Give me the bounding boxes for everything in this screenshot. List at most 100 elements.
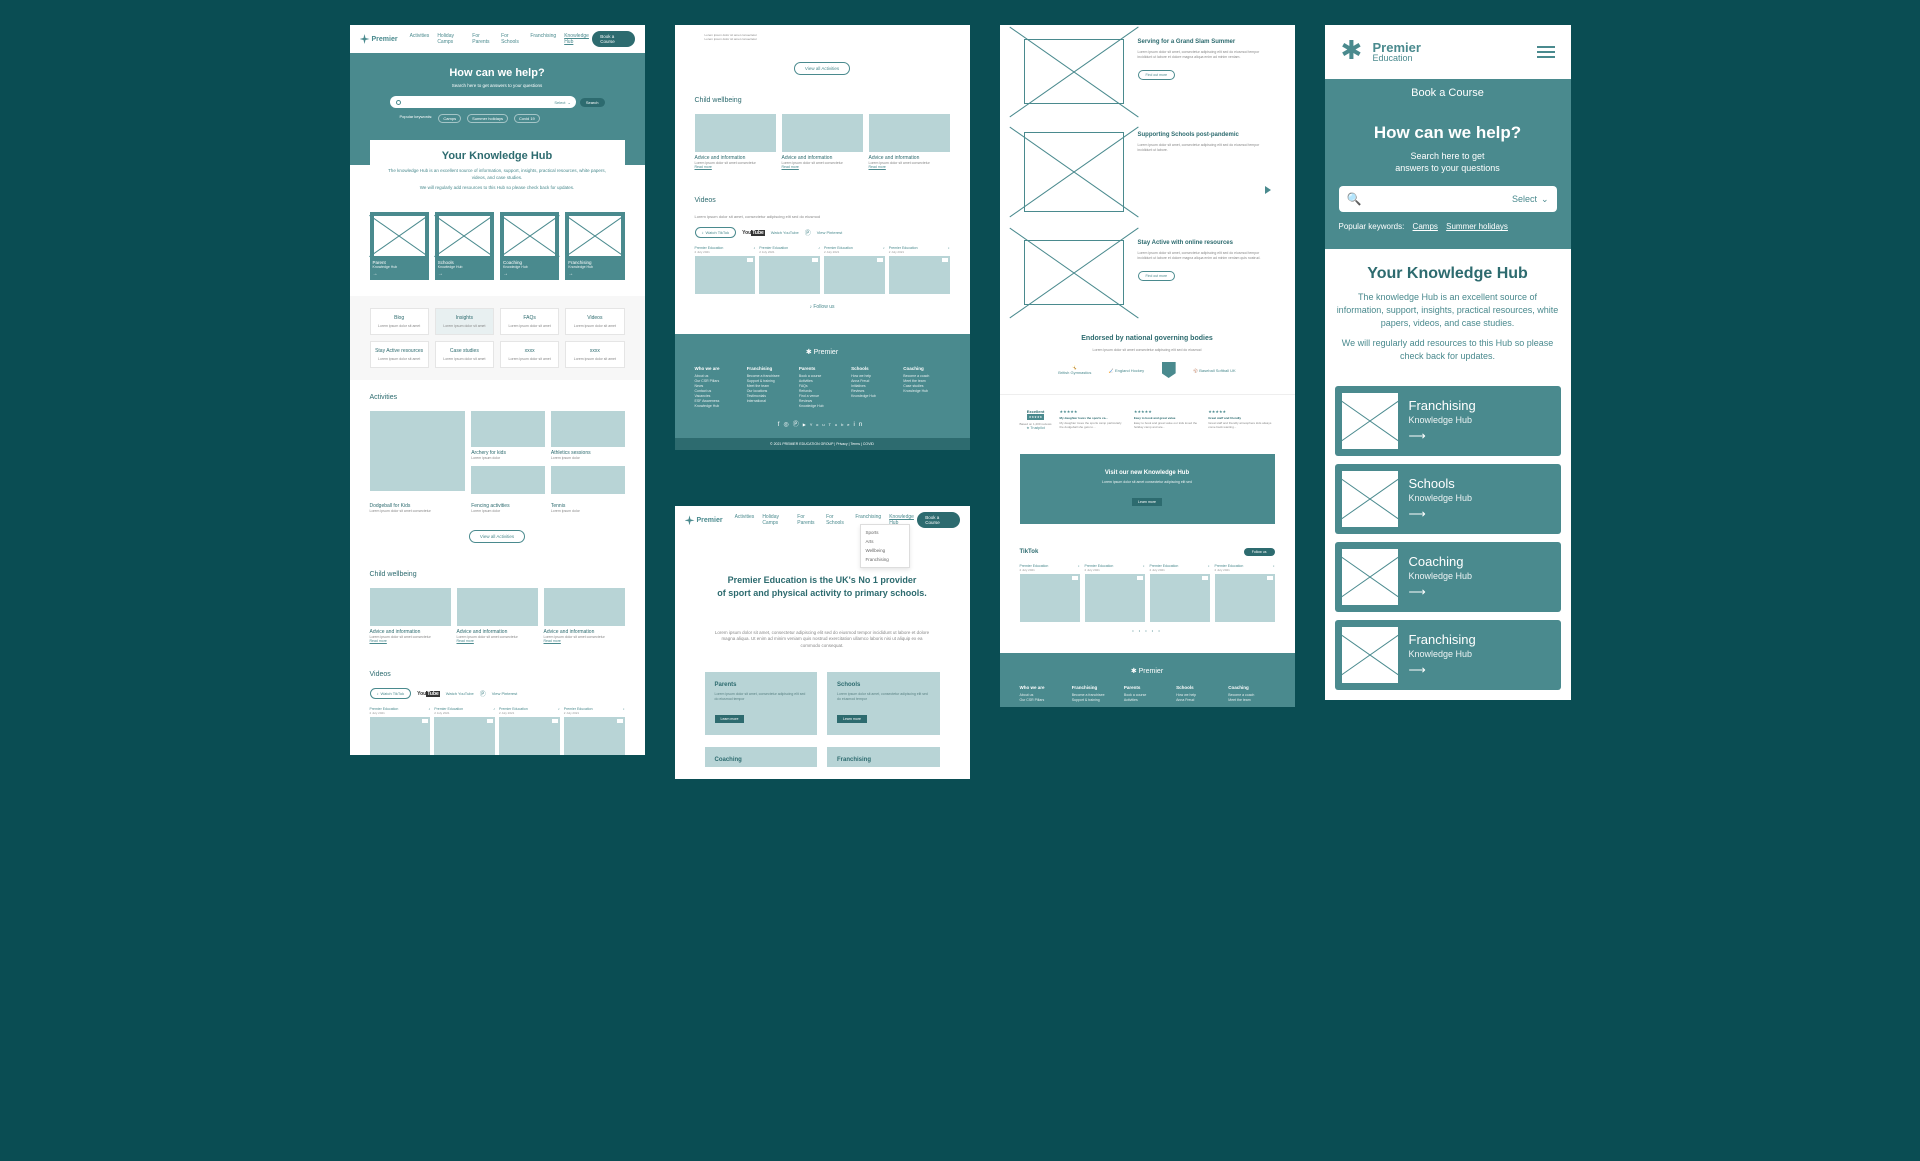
view-all-activities-button[interactable]: View all Activities — [794, 62, 850, 75]
video-card[interactable]: Premier Education♪2 July 2021 — [824, 246, 885, 294]
wellbeing-card[interactable]: Advice and informationLorem ipsum dolor … — [782, 114, 863, 169]
search-bar[interactable]: Select ⌄ — [390, 96, 576, 108]
logo[interactable]: PremierEducation — [1341, 39, 1421, 65]
nav-activities[interactable]: Activities — [410, 33, 430, 45]
tile-blog[interactable]: BlogLorem ipsum dolor sit amet — [370, 308, 429, 335]
learn-more-button[interactable]: Learn more — [837, 715, 867, 723]
video-card[interactable]: Premier Education♪2 July 2021 — [434, 707, 495, 755]
nav-item[interactable]: For Schools — [826, 514, 847, 526]
view-all-activities-button[interactable]: View all Activities — [469, 530, 525, 543]
tiktok-icon: ♪ — [1208, 564, 1210, 568]
follow-us-button[interactable]: Follow us — [1244, 548, 1275, 556]
keyword-link[interactable]: Summer holidays — [1446, 222, 1508, 231]
nav-dropdown[interactable]: Sports Arts Wellbeing Franchising — [860, 524, 910, 568]
nav-item[interactable]: Holiday Camps — [762, 514, 789, 526]
video-card[interactable]: Premier Education♪2 July 2021 — [889, 246, 950, 294]
nav-item[interactable]: For Parents — [797, 514, 818, 526]
linkedin-icon[interactable]: in — [854, 422, 867, 428]
video-card[interactable]: Premier Education♪2 July 2021 — [1085, 564, 1145, 622]
learn-more-button[interactable]: Learn more — [715, 715, 745, 723]
tile-faqs[interactable]: FAQsLorem ipsum dolor sit amet — [500, 308, 559, 335]
partner-logo — [1162, 362, 1176, 378]
video-card[interactable]: Premier Education♪2 July 2021 — [564, 707, 625, 755]
hub-card-franchising[interactable]: FranchisingKnowledge Hub⟶ — [1335, 386, 1561, 456]
nav-franchising[interactable]: Franchising — [530, 33, 556, 45]
video-card[interactable]: Premier Education♪2 July 2021 — [370, 707, 431, 755]
arrow-right-icon: ⟶ — [1409, 507, 1473, 521]
card-schools[interactable]: SchoolsLorem ipsum dolor sit amet, conse… — [827, 672, 940, 735]
activity-card[interactable]: Fencing activitiesLorem ipsum dolor — [471, 503, 545, 513]
search-select[interactable]: Select ⌄ — [1512, 194, 1549, 205]
card-franchising[interactable]: Franchising — [827, 747, 940, 767]
image-placeholder — [782, 114, 863, 152]
search-bar[interactable]: 🔍 Select ⌄ — [1339, 186, 1557, 212]
tile-insights[interactable]: InsightsLorem ipsum dolor sit amet — [435, 308, 494, 335]
activity-card[interactable] — [370, 411, 466, 497]
video-card[interactable]: Premier Education♪2 July 2021 — [1020, 564, 1080, 622]
keyword-link[interactable]: Camps — [1413, 222, 1438, 231]
activity-card[interactable]: Dodgeball for KidsLorem ipsum dolor sit … — [370, 503, 466, 513]
search-select[interactable]: Select ⌄ — [554, 100, 570, 105]
tile-placeholder[interactable]: xxxxLorem ipsum dolor sit amet — [565, 341, 624, 368]
tile-placeholder[interactable]: xxxxLorem ipsum dolor sit amet — [500, 341, 559, 368]
activity-card[interactable] — [471, 466, 545, 497]
card-parents[interactable]: ParentsLorem ipsum dolor sit amet, conse… — [705, 672, 818, 735]
learn-more-button[interactable]: Learn more — [1132, 498, 1162, 506]
find-out-more-button[interactable]: Find out more — [1138, 70, 1176, 80]
youtube-icon[interactable]: ▶YouTube — [803, 422, 854, 427]
hub-card-parent[interactable]: ParentKnowledge Hub→ — [370, 212, 429, 280]
tile-stay-active[interactable]: Stay Active resourcesLorem ipsum dolor s… — [370, 341, 429, 368]
card-coaching[interactable]: Coaching — [705, 747, 818, 767]
carousel-dots[interactable]: • • • • • — [1020, 622, 1275, 639]
book-course-bar[interactable]: Book a Course — [1325, 79, 1571, 107]
tile-videos[interactable]: VideosLorem ipsum dolor sit amet — [565, 308, 624, 335]
hub-card-schools[interactable]: SchoolsKnowledge Hub→ — [435, 212, 494, 280]
hub-card-coaching[interactable]: CoachingKnowledge Hub⟶ — [1335, 542, 1561, 612]
watch-tiktok-button[interactable]: ♪ Watch TikTok — [370, 688, 412, 699]
activity-card[interactable]: TennisLorem ipsum dolor — [551, 503, 625, 513]
keyword-pill[interactable]: Summer holidays — [467, 114, 508, 123]
search-button[interactable]: Search — [580, 98, 605, 107]
logo[interactable]: Premier — [360, 34, 398, 44]
arrow-right-icon: → — [503, 271, 556, 277]
hub-card-schools[interactable]: SchoolsKnowledge Hub⟶ — [1335, 464, 1561, 534]
book-course-button[interactable]: Book a Course — [592, 31, 634, 47]
watch-tiktok-button[interactable]: ♪ Watch TikTok — [695, 227, 737, 238]
video-card[interactable]: Premier Education♪2 July 2021 — [1215, 564, 1275, 622]
video-card[interactable]: Premier Education♪2 July 2021 — [759, 246, 820, 294]
keyword-pill[interactable]: Covid 19 — [514, 114, 540, 123]
video-card[interactable]: Premier Education♪2 July 2021 — [695, 246, 756, 294]
nav-for-schools[interactable]: For Schools — [501, 33, 522, 45]
keyword-pill[interactable]: Camps — [438, 114, 461, 123]
hub-card-franchising[interactable]: FranchisingKnowledge Hub→ — [565, 212, 624, 280]
wellbeing-card[interactable]: Advice and informationLorem ipsum dolor … — [370, 588, 451, 643]
activity-card[interactable] — [551, 466, 625, 497]
instagram-icon[interactable]: ◎ — [783, 422, 792, 428]
follow-us[interactable]: ♪ Follow us — [695, 294, 950, 320]
activity-card[interactable]: Athletics sessionsLorem ipsum dolor — [551, 411, 625, 460]
nav-item[interactable]: Activities — [735, 514, 755, 526]
hub-card-coaching[interactable]: CoachingKnowledge Hub→ — [500, 212, 559, 280]
activity-card[interactable]: Archery for kidsLorem ipsum dolor — [471, 411, 545, 460]
menu-icon[interactable] — [1537, 46, 1555, 58]
pinterest-icon[interactable]: Ⓟ — [793, 422, 803, 428]
image-placeholder — [1150, 574, 1210, 622]
find-out-more-button[interactable]: Find out more — [1138, 271, 1176, 281]
nav-for-parents[interactable]: For Parents — [472, 33, 493, 45]
audience-cards: ParentsLorem ipsum dolor sit amet, conse… — [675, 660, 970, 747]
wellbeing-card[interactable]: Advice and informationLorem ipsum dolor … — [457, 588, 538, 643]
book-course-button[interactable]: Book a Course — [917, 512, 959, 528]
image-placeholder — [759, 256, 820, 294]
hub-card-franchising-2[interactable]: FranchisingKnowledge Hub⟶ — [1335, 620, 1561, 690]
wellbeing-card[interactable]: Advice and informationLorem ipsum dolor … — [695, 114, 776, 169]
tile-case-studies[interactable]: Case studiesLorem ipsum dolor sit amet — [435, 341, 494, 368]
video-card[interactable]: Premier Education♪2 July 2021 — [499, 707, 560, 755]
logo[interactable]: Premier — [685, 515, 723, 525]
video-card[interactable]: Premier Education♪2 July 2021 — [1150, 564, 1210, 622]
nav-knowledge-hub[interactable]: Knowledge Hub — [564, 33, 592, 45]
play-icon[interactable] — [1265, 186, 1271, 194]
search-icon — [396, 100, 401, 105]
wellbeing-card[interactable]: Advice and informationLorem ipsum dolor … — [869, 114, 950, 169]
wellbeing-card[interactable]: Advice and informationLorem ipsum dolor … — [544, 588, 625, 643]
nav-holiday-camps[interactable]: Holiday Camps — [437, 33, 464, 45]
